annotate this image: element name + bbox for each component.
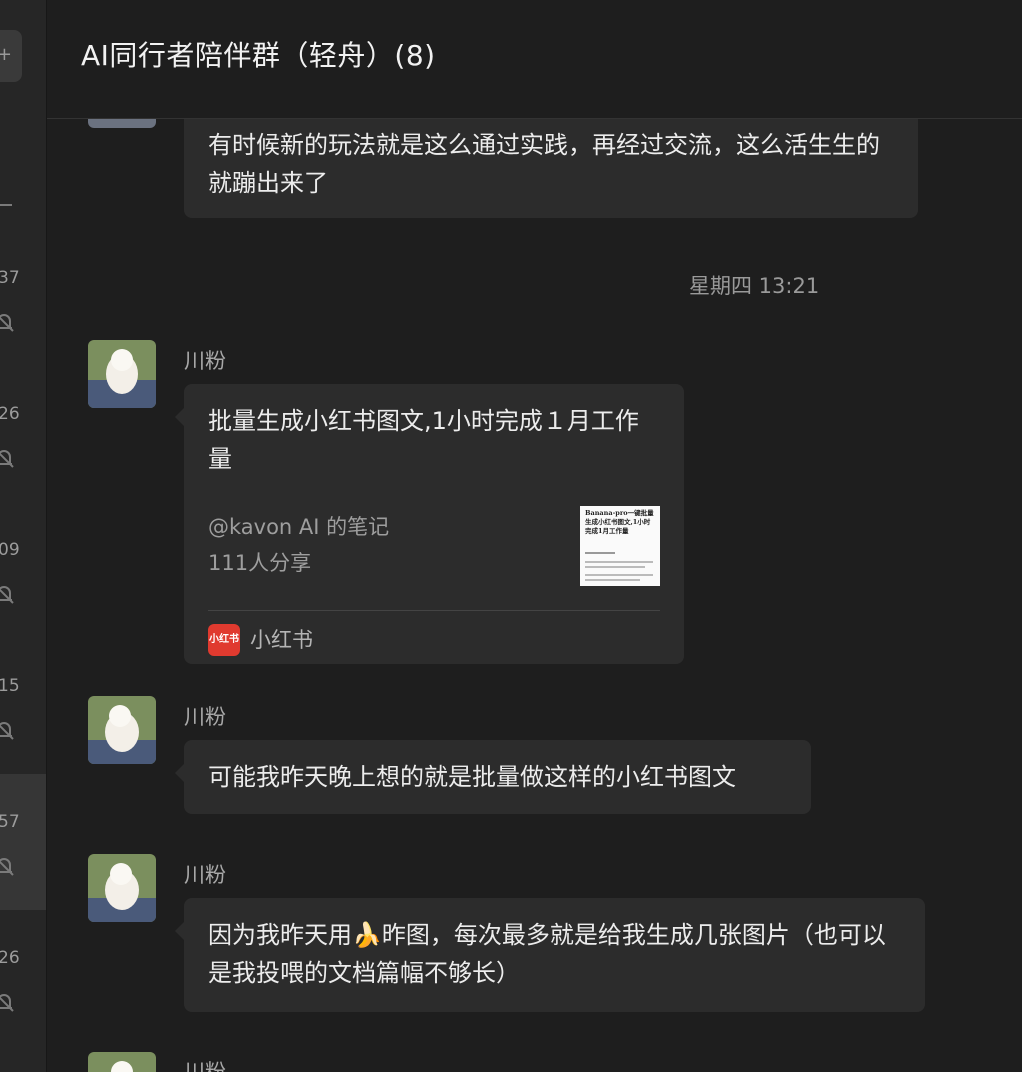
chat-time: 57 — [0, 812, 20, 832]
add-button[interactable]: + — [0, 30, 22, 82]
avatar[interactable] — [88, 340, 156, 408]
chat-header: AI同行者陪伴群（轻舟）(8) — [47, 0, 1022, 119]
chat-time: 26 — [0, 404, 20, 424]
mute-bell-icon — [0, 994, 14, 1012]
chat-list-item[interactable]: 26 — [0, 386, 46, 522]
mute-bell-icon — [0, 450, 14, 468]
chat-time: 15 — [0, 676, 20, 696]
chat-list-item[interactable]: 09 — [0, 522, 46, 658]
link-card[interactable]: 批量生成小红书图文,1小时完成１月工作量 @kavon AI 的笔记 111人分… — [175, 384, 684, 664]
chat-list-item[interactable]: 26 — [0, 930, 46, 1066]
message-text: 可能我昨天晚上想的就是批量做这样的小红书图文 — [208, 763, 736, 791]
chat-time: 26 — [0, 948, 20, 968]
chat-time: 09 — [0, 540, 20, 560]
svg-text:生成小红书图文,1小时: 生成小红书图文,1小时 — [585, 517, 651, 526]
chat-list-item[interactable]: 37 — [0, 250, 46, 386]
card-divider — [208, 610, 660, 611]
chat-time: 37 — [0, 268, 20, 288]
sender-name: 川粉 — [184, 863, 226, 887]
message-bubble[interactable]: 可能我昨天晚上想的就是批量做这样的小红书图文 — [175, 740, 811, 814]
svg-text:Banana-pro一键批量: Banana-pro一键批量 — [585, 508, 654, 517]
mute-bell-icon — [0, 722, 14, 740]
message-bubble[interactable]: 因为我昨天用🍌昨图，每次最多就是给我生成几张图片（也可以是我投喂的文档篇幅不够长… — [175, 898, 925, 1012]
message-text: 有时候新的玩法就是这么通过实践，再经过交流，这么活生生的就蹦出来了 — [208, 131, 880, 197]
avatar[interactable] — [88, 854, 156, 922]
card-shares: 111人分享 — [208, 551, 312, 575]
message-timestamp: 星期四 13:21 — [689, 274, 820, 298]
card-thumbnail: Banana-pro一键批量 生成小红书图文,1小时 完成1月工作量 — [580, 506, 660, 586]
sender-name: 川粉 — [184, 705, 226, 729]
mute-bell-icon — [0, 858, 14, 876]
chat-title: AI同行者陪伴群（轻舟）(8) — [81, 39, 436, 72]
card-title: 批量生成小红书图文,1小时完成１月工作量 — [208, 407, 639, 473]
card-author: @kavon AI 的笔记 — [208, 515, 390, 539]
banana-emoji: 🍌 — [352, 921, 382, 949]
message-text: 因为我昨天用 — [208, 921, 352, 949]
avatar[interactable] — [88, 1052, 156, 1072]
xiaohongshu-logo-icon: 小红书 — [208, 624, 240, 656]
chat-pane: AI同行者陪伴群（轻舟）(8) 有时候新的玩法就是这么通过实践，再经过交流，这么… — [47, 0, 1022, 1072]
mute-bell-icon — [0, 586, 14, 604]
chat-list-item-active[interactable]: 57 — [0, 774, 46, 910]
mute-bell-icon — [0, 314, 14, 332]
avatar[interactable] — [88, 696, 156, 764]
card-source: 小红书 小红书 — [208, 624, 313, 656]
sender-name: 川粉 — [184, 349, 226, 373]
source-name: 小红书 — [250, 628, 313, 652]
mute-bell-icon — [0, 204, 12, 206]
message-bubble[interactable]: 有时候新的玩法就是这么通过实践，再经过交流，这么活生生的就蹦出来了 — [184, 108, 918, 218]
svg-text:完成1月工作量: 完成1月工作量 — [585, 526, 629, 535]
sender-name: 川粉 — [184, 1060, 226, 1072]
plus-icon: + — [0, 44, 12, 65]
chat-list-sidebar: + 37 26 09 15 57 — [0, 0, 47, 1072]
